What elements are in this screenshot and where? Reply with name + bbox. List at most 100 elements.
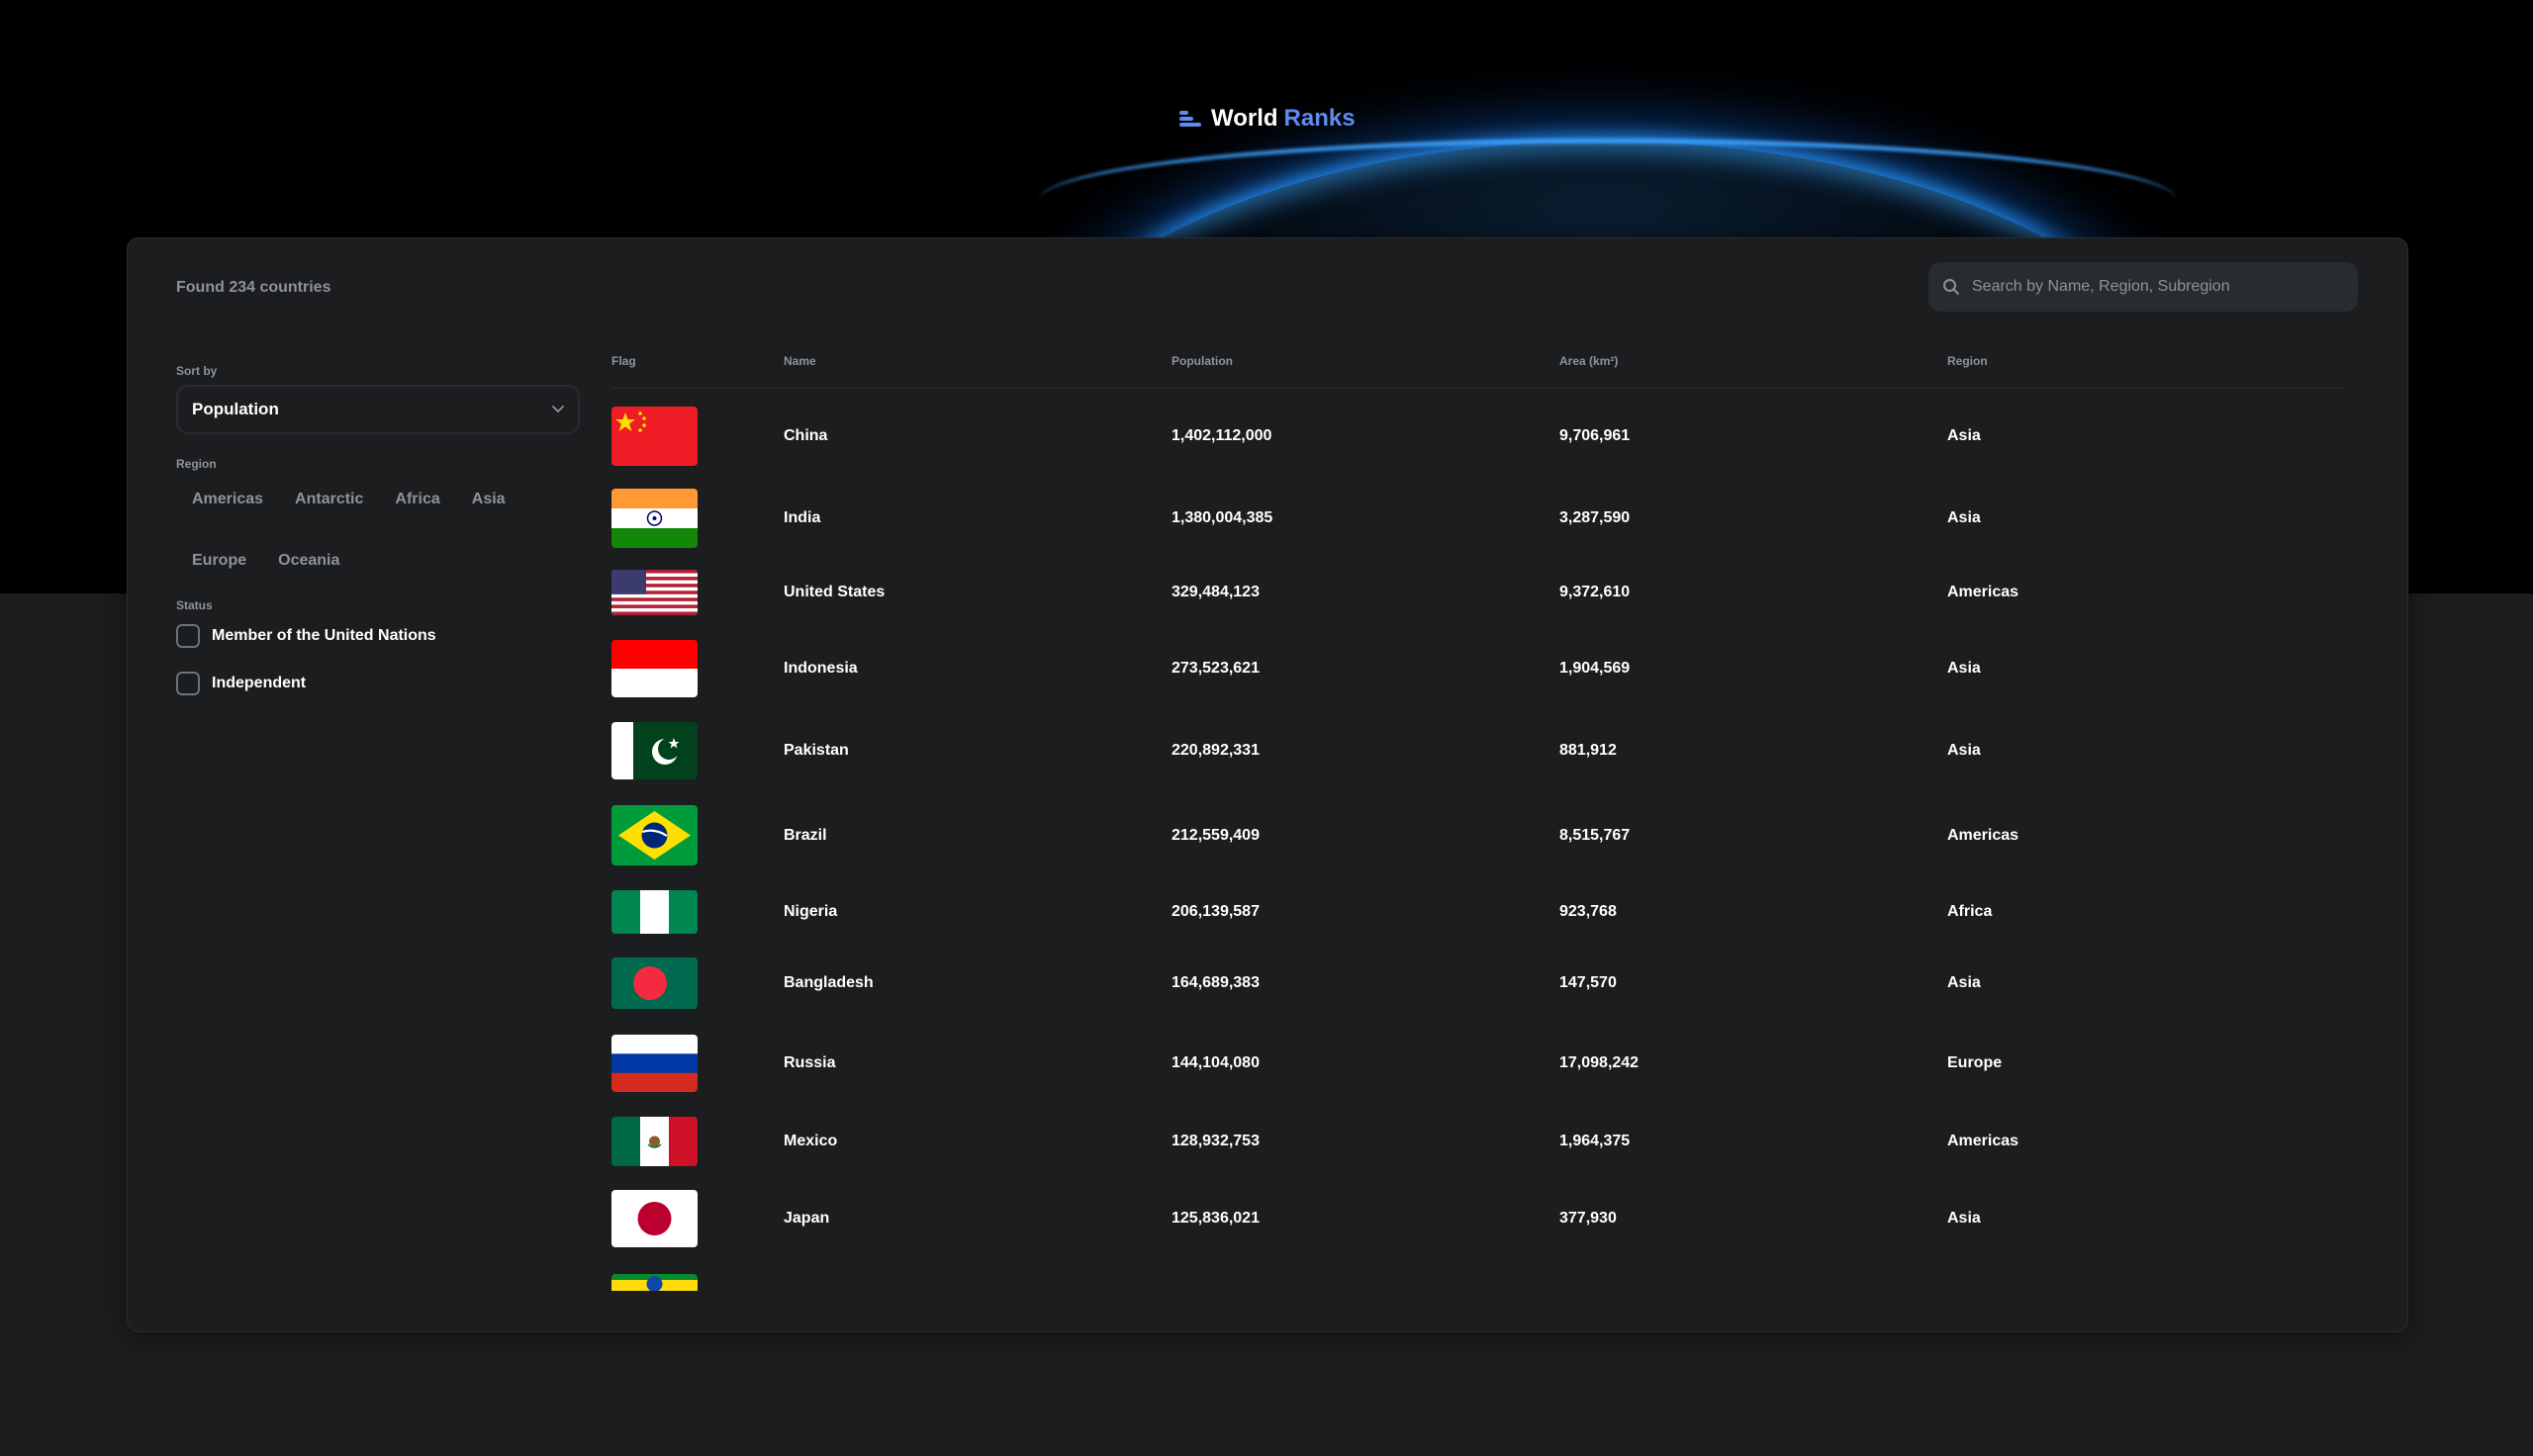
country-population: 1,402,112,000 bbox=[1172, 427, 1272, 444]
logo-word-ranks: Ranks bbox=[1283, 105, 1356, 132]
region-chip-antarctic[interactable]: Antarctic bbox=[279, 479, 379, 520]
country-name: China bbox=[784, 427, 828, 444]
country-area: 3,287,590 bbox=[1559, 509, 1631, 526]
region-chip-oceania[interactable]: Oceania bbox=[262, 540, 355, 582]
region-chip-africa[interactable]: Africa bbox=[379, 479, 455, 520]
table-row[interactable]: Pakistan 220,892,331 881,912 Asia bbox=[611, 722, 2343, 779]
table-row[interactable]: Japan 125,836,021 377,930 Asia bbox=[611, 1190, 2343, 1247]
china-flag bbox=[611, 407, 698, 466]
country-region: Africa bbox=[1947, 903, 1993, 920]
country-population: 220,892,331 bbox=[1172, 742, 1260, 759]
ethiopia-flag bbox=[611, 1274, 698, 1291]
nigeria-flag bbox=[611, 890, 698, 934]
country-population: 144,104,080 bbox=[1172, 1054, 1260, 1071]
table-row[interactable]: Brazil 212,559,409 8,515,767 Americas bbox=[611, 805, 2343, 865]
india-flag bbox=[611, 489, 698, 548]
region-label: Region bbox=[176, 457, 217, 471]
column-header-region: Region bbox=[1947, 354, 1988, 368]
column-header-name: Name bbox=[784, 354, 816, 368]
country-name: United States bbox=[784, 584, 886, 600]
mexico-flag bbox=[611, 1117, 698, 1166]
country-area: 923,768 bbox=[1559, 903, 1617, 920]
country-population: 206,139,587 bbox=[1172, 903, 1260, 920]
country-region: Americas bbox=[1947, 584, 2019, 600]
country-region: Asia bbox=[1947, 509, 1981, 526]
japan-flag bbox=[611, 1190, 698, 1247]
country-population: 329,484,123 bbox=[1172, 584, 1260, 600]
table-row[interactable]: Bangladesh 164,689,383 147,570 Asia bbox=[611, 957, 2343, 1009]
country-name: Indonesia bbox=[784, 660, 858, 677]
pakistan-flag bbox=[611, 722, 698, 779]
ranks-logo-icon bbox=[1179, 109, 1201, 129]
country-area: 1,964,375 bbox=[1559, 1133, 1631, 1149]
search-box[interactable] bbox=[1928, 262, 2358, 312]
region-chip-europe[interactable]: Europe bbox=[176, 540, 262, 582]
table-row[interactable]: India 1,380,004,385 3,287,590 Asia bbox=[611, 489, 2343, 548]
country-area: 881,912 bbox=[1559, 742, 1617, 759]
independent-checkbox[interactable] bbox=[176, 672, 200, 695]
country-population: 1,380,004,385 bbox=[1172, 509, 1273, 526]
country-area: 17,098,242 bbox=[1559, 1054, 1640, 1071]
sort-select[interactable]: Population bbox=[176, 385, 580, 434]
united-states-flag bbox=[611, 570, 698, 615]
country-population: 212,559,409 bbox=[1172, 827, 1260, 844]
un-member-label: Member of the United Nations bbox=[212, 627, 436, 644]
country-area: 9,706,961 bbox=[1559, 427, 1631, 444]
table-row[interactable]: Indonesia 273,523,621 1,904,569 Asia bbox=[611, 640, 2343, 697]
country-region: Asia bbox=[1947, 660, 1981, 677]
status-option-independent[interactable]: Independent bbox=[176, 672, 306, 695]
column-header-flag: Flag bbox=[611, 354, 636, 368]
table-row[interactable] bbox=[611, 1274, 2343, 1291]
column-header-population: Population bbox=[1172, 354, 1233, 368]
region-chip-americas[interactable]: Americas bbox=[176, 479, 279, 520]
brazil-flag bbox=[611, 805, 698, 865]
search-input[interactable] bbox=[1970, 277, 2350, 297]
region-chip-asia[interactable]: Asia bbox=[456, 479, 521, 520]
country-area: 9,372,610 bbox=[1559, 584, 1631, 600]
country-region: Asia bbox=[1947, 974, 1981, 991]
sort-by-label: Sort by bbox=[176, 364, 218, 378]
status-label: Status bbox=[176, 598, 213, 612]
country-name: Japan bbox=[784, 1210, 830, 1227]
country-population: 125,836,021 bbox=[1172, 1210, 1260, 1227]
logo-word-world: World bbox=[1211, 105, 1278, 132]
results-count: Found 234 countries bbox=[176, 279, 331, 296]
countries-panel: Found 234 countries Sort by Population R… bbox=[127, 237, 2408, 1332]
chevron-down-icon bbox=[552, 406, 564, 413]
country-population: 164,689,383 bbox=[1172, 974, 1260, 991]
country-region: Asia bbox=[1947, 427, 1981, 444]
country-area: 147,570 bbox=[1559, 974, 1617, 991]
country-area: 1,904,569 bbox=[1559, 660, 1631, 677]
sort-select-value: Population bbox=[192, 400, 279, 418]
country-name: India bbox=[784, 509, 821, 526]
country-name: Mexico bbox=[784, 1133, 838, 1149]
table-row[interactable]: Mexico 128,932,753 1,964,375 Americas bbox=[611, 1117, 2343, 1166]
table-row[interactable]: United States 329,484,123 9,372,610 Amer… bbox=[611, 570, 2343, 615]
country-region: Asia bbox=[1947, 1210, 1981, 1227]
app-logo[interactable]: World Ranks bbox=[1179, 105, 1356, 133]
column-header-area: Area (km²) bbox=[1559, 354, 1619, 368]
indonesia-flag bbox=[611, 640, 698, 697]
table-header: Flag Name Population Area (km²) Region bbox=[611, 354, 2343, 389]
country-name: Brazil bbox=[784, 827, 827, 844]
country-name: Pakistan bbox=[784, 742, 849, 759]
table-row[interactable]: Nigeria 206,139,587 923,768 Africa bbox=[611, 890, 2343, 934]
un-member-checkbox[interactable] bbox=[176, 624, 200, 648]
status-option-un-member[interactable]: Member of the United Nations bbox=[176, 624, 436, 648]
bangladesh-flag bbox=[611, 957, 698, 1009]
country-area: 377,930 bbox=[1559, 1210, 1617, 1227]
country-name: Russia bbox=[784, 1054, 836, 1071]
country-name: Nigeria bbox=[784, 903, 838, 920]
country-population: 128,932,753 bbox=[1172, 1133, 1260, 1149]
table-row[interactable]: China 1,402,112,000 9,706,961 Asia bbox=[611, 407, 2343, 466]
region-filter-group: Americas Antarctic Africa Asia Europe Oc… bbox=[176, 479, 592, 582]
table-row[interactable]: Russia 144,104,080 17,098,242 Europe bbox=[611, 1035, 2343, 1092]
country-region: Americas bbox=[1947, 1133, 2019, 1149]
country-area: 8,515,767 bbox=[1559, 827, 1631, 844]
country-region: Americas bbox=[1947, 827, 2019, 844]
search-icon bbox=[1942, 278, 1960, 296]
country-population: 273,523,621 bbox=[1172, 660, 1260, 677]
country-region: Asia bbox=[1947, 742, 1981, 759]
russia-flag bbox=[611, 1035, 698, 1092]
country-name: Bangladesh bbox=[784, 974, 874, 991]
